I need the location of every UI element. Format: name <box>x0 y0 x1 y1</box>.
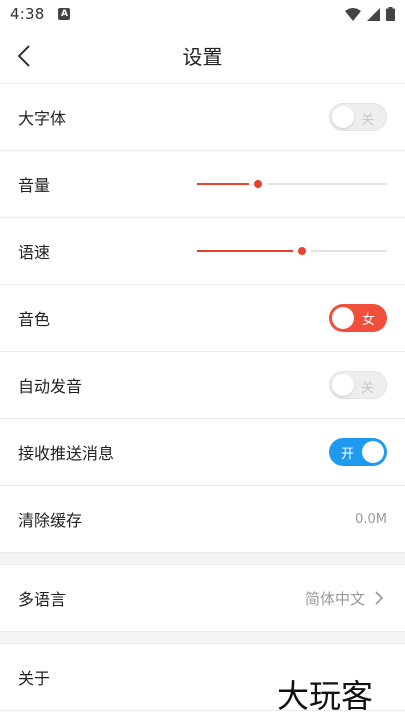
section-divider <box>0 632 405 644</box>
language-value: 简体中文 <box>304 589 365 608</box>
voice-label: 音色 <box>18 310 51 329</box>
setting-clear-cache[interactable]: 清除缓存 0.0M <box>0 486 405 553</box>
toggle-text: 开 <box>341 447 355 462</box>
setting-voice: 音色 女 <box>0 285 405 352</box>
status-bar: 4:38 A <box>0 0 405 28</box>
large-font-label: 大字体 <box>18 109 67 128</box>
setting-speed: 语速 <box>0 218 405 285</box>
large-font-toggle[interactable]: 关 <box>329 103 387 131</box>
push-toggle[interactable]: 开 <box>329 438 387 466</box>
watermark-text: 大玩客 <box>277 677 373 714</box>
setting-language[interactable]: 多语言 简体中文 <box>0 565 405 632</box>
wifi-icon <box>345 7 361 21</box>
push-label: 接收推送消息 <box>18 444 115 463</box>
chevron-right-icon <box>375 591 384 605</box>
speed-label: 语速 <box>18 243 51 262</box>
setting-volume: 音量 <box>0 151 405 218</box>
auto-pronounce-toggle[interactable]: 关 <box>329 371 387 399</box>
chevron-left-icon <box>17 45 30 67</box>
battery-icon <box>386 7 395 21</box>
watermark-logo: 大玩客 <box>277 677 373 714</box>
settings-list: 大字体 关 音量 语速 音色 女 自动发音 关 接收推送消息 开 清除缓存 0.… <box>0 84 405 711</box>
slider-fill <box>197 183 258 185</box>
toggle-text: 关 <box>360 113 374 128</box>
speed-slider[interactable] <box>197 241 387 261</box>
slider-fill <box>197 250 302 252</box>
about-label: 关于 <box>18 669 51 688</box>
toggle-knob <box>332 307 354 329</box>
clear-cache-label: 清除缓存 <box>18 511 83 530</box>
status-time: 4:38 <box>10 5 45 23</box>
signal-icon <box>367 7 380 21</box>
toggle-knob <box>362 441 384 463</box>
voice-toggle[interactable]: 女 <box>329 304 387 332</box>
section-divider <box>0 553 405 565</box>
auto-pronounce-label: 自动发音 <box>18 377 83 396</box>
cache-size-value: 0.0M <box>355 511 387 527</box>
setting-large-font: 大字体 关 <box>0 84 405 151</box>
toggle-knob <box>332 106 354 128</box>
page-title: 设置 <box>182 45 223 69</box>
toggle-knob <box>332 374 354 396</box>
slider-thumb[interactable] <box>297 247 306 255</box>
status-icons <box>345 7 395 21</box>
setting-push: 接收推送消息 开 <box>0 419 405 486</box>
volume-slider[interactable] <box>197 174 387 194</box>
setting-auto-pronounce: 自动发音 关 <box>0 352 405 419</box>
sim-badge-icon: A <box>58 8 71 20</box>
toggle-text: 关 <box>360 381 374 396</box>
slider-thumb[interactable] <box>253 180 262 188</box>
toggle-text: 女 <box>361 313 375 328</box>
language-label: 多语言 <box>18 590 67 609</box>
nav-bar: 设置 <box>0 28 405 84</box>
back-button[interactable] <box>14 42 34 70</box>
volume-label: 音量 <box>18 176 51 195</box>
